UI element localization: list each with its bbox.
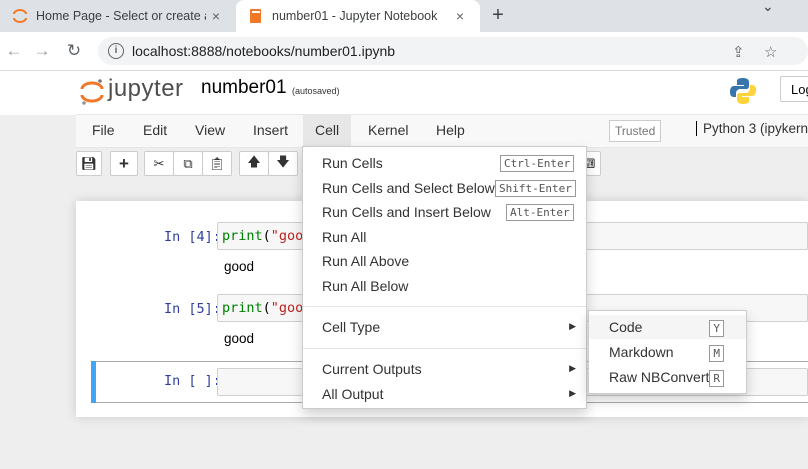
url-text[interactable]: localhost:8888/notebooks/number01.ipynb	[132, 43, 395, 59]
tab-search-icon[interactable]: ⌄	[762, 0, 774, 15]
notebook-favicon-icon	[248, 8, 264, 24]
save-button[interactable]: 💾︎	[76, 151, 102, 176]
move-up-button[interactable]: 🡅	[239, 151, 269, 176]
tab-title: number01 - Jupyter Notebook	[272, 9, 438, 23]
move-down-button[interactable]: 🡇	[268, 151, 298, 176]
copy-button[interactable]: ⧉	[173, 151, 203, 176]
address-bar: ← → ↻ i localhost:8888/notebooks/number0…	[0, 32, 808, 71]
shortcut-badge: Shift-Enter	[495, 180, 576, 197]
cell-prompt: In [5]:	[164, 301, 221, 317]
save-icon: 💾︎	[80, 155, 98, 171]
menu-item-run-cells-insert-below[interactable]: Run Cells and Insert Below Alt-Enter	[303, 201, 586, 225]
cell-prompt: In [ ]:	[164, 373, 221, 389]
shortcut-badge: Y	[709, 320, 724, 337]
autosave-status: (autosaved)	[292, 86, 340, 96]
submenu-arrow-icon: ▶	[569, 363, 576, 373]
paste-button[interactable]: 📋︎	[202, 151, 232, 176]
kernel-indicator[interactable]: Python 3 (ipykernel	[696, 121, 808, 136]
cell-output: good	[224, 259, 255, 274]
scissors-icon: ✂	[153, 155, 165, 171]
insert-cell-button[interactable]: +	[110, 151, 138, 176]
menu-item-all-output[interactable]: All Output ▶	[303, 383, 586, 407]
menu-divider	[303, 348, 586, 349]
browser-tab-notebook[interactable]: number01 - Jupyter Notebook ×	[236, 0, 480, 32]
new-tab-button[interactable]: +	[488, 5, 508, 25]
menu-divider	[303, 306, 586, 307]
cell-prompt: In [4]:	[164, 229, 221, 245]
shortcut-badge: R	[709, 370, 724, 387]
submenu-item-markdown[interactable]: Markdown M	[589, 340, 746, 364]
cell-output: good	[224, 331, 255, 346]
arrow-down-icon: 🡇	[276, 153, 290, 169]
menu-insert[interactable]: Insert	[241, 115, 300, 147]
shortcut-badge: M	[709, 345, 724, 362]
submenu-item-raw-nbconvert[interactable]: Raw NBConvert R	[589, 365, 746, 389]
close-tab-icon[interactable]: ×	[206, 8, 226, 24]
notebook-name[interactable]: number01	[201, 77, 287, 99]
menu-kernel[interactable]: Kernel	[356, 115, 420, 147]
submenu-arrow-icon: ▶	[569, 388, 576, 398]
reload-icon[interactable]: ↻	[64, 41, 84, 61]
forward-arrow-icon[interactable]: →	[32, 41, 52, 61]
url-omnibox[interactable]: i localhost:8888/notebooks/number01.ipyn…	[98, 37, 808, 65]
logout-button[interactable]: Log	[780, 76, 808, 102]
jupyter-header: jupyter number01 (autosaved) Log	[0, 71, 808, 115]
code-function: print	[222, 300, 263, 316]
arrow-up-icon: 🡅	[247, 153, 261, 169]
share-icon[interactable]: ⇪	[732, 43, 745, 61]
menu-item-run-cells[interactable]: Run Cells Ctrl-Enter	[303, 152, 586, 176]
tab-title: Home Page - Select or create a	[36, 9, 206, 23]
notebook-menubar: File Edit View Insert Cell Kernel Help T…	[76, 114, 808, 148]
menu-item-run-all[interactable]: Run All	[303, 226, 586, 250]
browser-tab-bar: Home Page - Select or create a × number0…	[0, 0, 808, 32]
cell-type-submenu: Code Y Markdown M Raw NBConvert R	[588, 310, 747, 394]
selected-cell-indicator	[91, 361, 96, 403]
submenu-item-code[interactable]: Code Y	[589, 315, 746, 339]
menu-item-run-cells-select-below[interactable]: Run Cells and Select Below Shift-Enter	[303, 177, 586, 201]
shortcut-badge: Ctrl-Enter	[500, 155, 575, 172]
cell-dropdown-menu: Run Cells Ctrl-Enter Run Cells and Selec…	[302, 146, 587, 409]
menu-edit[interactable]: Edit	[131, 115, 179, 147]
paste-icon: 📋︎	[208, 155, 226, 171]
trusted-indicator[interactable]: Trusted	[609, 120, 662, 142]
code-paren: (	[262, 300, 271, 316]
menu-item-current-outputs[interactable]: Current Outputs ▶	[303, 358, 586, 382]
site-info-icon[interactable]: i	[108, 43, 124, 59]
jupyter-logo-text[interactable]: jupyter	[108, 75, 184, 103]
menu-help[interactable]: Help	[424, 115, 477, 147]
menu-item-cell-type[interactable]: Cell Type ▶	[303, 316, 586, 340]
code-paren: (	[262, 228, 271, 244]
menu-file[interactable]: File	[80, 115, 127, 147]
menu-item-run-all-below[interactable]: Run All Below	[303, 275, 586, 299]
code-function: print	[222, 228, 263, 244]
shortcut-badge: Alt-Enter	[506, 204, 574, 221]
bookmark-star-icon[interactable]: ☆	[764, 43, 777, 61]
jupyter-favicon-icon	[12, 8, 28, 24]
browser-tab-home[interactable]: Home Page - Select or create a ×	[0, 0, 236, 32]
copy-icon: ⧉	[183, 155, 193, 171]
back-arrow-icon[interactable]: ←	[4, 41, 24, 61]
submenu-arrow-icon: ▶	[569, 321, 576, 331]
menu-cell[interactable]: Cell	[303, 115, 352, 147]
menu-view[interactable]: View	[183, 115, 237, 147]
jupyter-logo-icon[interactable]	[80, 76, 104, 108]
python-logo-icon	[730, 78, 756, 104]
menu-item-run-all-above[interactable]: Run All Above	[303, 250, 586, 274]
plus-icon: +	[119, 153, 129, 173]
close-tab-icon[interactable]: ×	[450, 8, 470, 24]
cut-button[interactable]: ✂	[144, 151, 174, 176]
